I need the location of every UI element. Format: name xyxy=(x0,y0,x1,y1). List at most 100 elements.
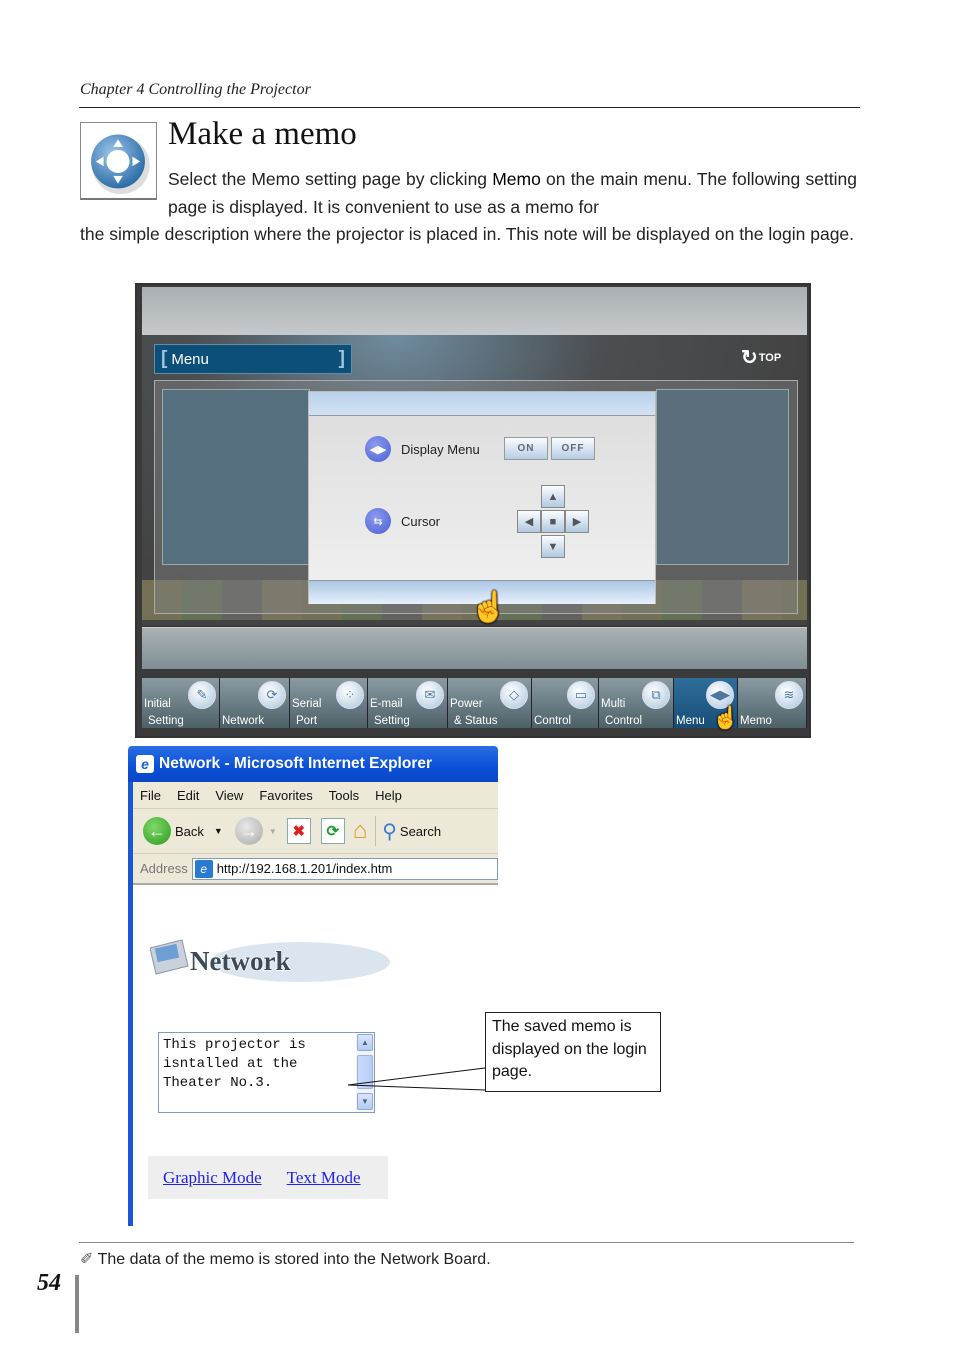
back-dropdown-icon[interactable]: ▼ xyxy=(214,826,223,836)
nav-label-line2: Memo xyxy=(740,715,772,727)
menu-tag-label: Menu xyxy=(171,350,209,368)
header-rule xyxy=(79,107,860,108)
network-icon: ⟳ xyxy=(258,681,286,709)
page-number-bar xyxy=(75,1275,79,1333)
menu-tools[interactable]: Tools xyxy=(322,788,368,803)
network-logo-text: Network xyxy=(190,946,290,976)
back-button[interactable]: ← Back ▼ xyxy=(143,817,223,845)
address-input[interactable]: e http://192.168.1.201/index.htm xyxy=(191,857,498,880)
stop-button[interactable]: ✖ xyxy=(286,818,311,844)
right-panel xyxy=(656,389,789,565)
nav-item-control[interactable]: ▭ Control xyxy=(532,678,599,728)
nav-item-setting[interactable]: ✎ Initial Setting xyxy=(142,678,220,728)
display-menu-label: Display Menu xyxy=(401,441,480,457)
nav-item-network[interactable]: ⟳ Network xyxy=(220,678,290,728)
browser-toolbar: ← Back ▼ → ▼ ✖ ⟳ ⌂ ⚲ Search xyxy=(133,809,498,854)
pen-icon: ✎ xyxy=(188,681,216,709)
page-icon: e xyxy=(194,859,213,878)
nav-item-control[interactable]: ⧉ Multi Control xyxy=(599,678,674,728)
network-logo: Network xyxy=(149,936,390,984)
nav-label-line1: E-mail xyxy=(370,698,403,710)
cursor-label: Cursor xyxy=(401,513,441,529)
cursor-enter-button[interactable]: ■ xyxy=(541,510,565,533)
bracket-left: [ xyxy=(161,348,168,369)
search-label: Search xyxy=(399,823,442,839)
menu-settings-dialog: ◀▶ Display Menu ON OFF ⇆ Cursor ▲ ◀ ■ ▶ … xyxy=(308,391,656,604)
browser-window: e Network - Microsoft Internet Explorer … xyxy=(128,746,498,1226)
menu-page-tag: [ Menu ] xyxy=(154,344,352,374)
pencil-icon: ✐ xyxy=(80,1251,94,1268)
refresh-arrow-icon: ↻ xyxy=(741,347,758,369)
lower-band xyxy=(142,627,807,669)
memo-icon: ≋ xyxy=(775,681,803,709)
menu-view[interactable]: View xyxy=(208,788,252,803)
nav-label-line2: Network xyxy=(222,715,265,727)
multi-control-icon: ⧉ xyxy=(642,681,670,709)
nav-item-setting[interactable]: ✉ E-mail Setting xyxy=(368,678,448,728)
cursor-up-button[interactable]: ▲ xyxy=(541,485,565,508)
hand-pointer-icon: ☝ xyxy=(712,705,740,730)
graphic-mode-link[interactable]: Graphic Mode xyxy=(163,1168,262,1188)
url-text: http://192.168.1.201/index.htm xyxy=(216,861,393,876)
nav-item-port[interactable]: ⁘ Serial Port xyxy=(290,678,368,728)
intro-paragraph: Select the Memo setting page by clicking… xyxy=(168,166,857,221)
browser-menu-bar: File Edit View Favorites Tools Help xyxy=(133,782,498,809)
scroll-up-button[interactable]: ▲ xyxy=(357,1034,373,1051)
control-icon: ▭ xyxy=(567,681,595,709)
nav-label-line2: Setting xyxy=(148,715,184,727)
on-button[interactable]: ON xyxy=(504,437,548,460)
search-icon: ⚲ xyxy=(382,820,397,843)
top-label: TOP xyxy=(758,351,782,364)
menu-file[interactable]: File xyxy=(133,788,170,803)
back-label: Back xyxy=(175,823,204,839)
nav-label-line2: & Status xyxy=(454,715,498,727)
nav-label-line1: Power xyxy=(450,698,483,710)
nav-item-memo[interactable]: ≋ Memo xyxy=(738,678,807,728)
cursor-pad-icon xyxy=(80,122,157,200)
display-menu-toggle: ON OFF xyxy=(504,437,595,460)
chapter-heading: Chapter 4 Controlling the Projector xyxy=(80,81,311,98)
cursor-right-button[interactable]: ▶ xyxy=(565,510,589,533)
power-icon: ◇ xyxy=(500,681,528,709)
browser-title-bar: e Network - Microsoft Internet Explorer xyxy=(128,746,498,782)
intro-text: Select the Memo setting page by clicking xyxy=(168,169,493,189)
memo-emphasis: Memo xyxy=(492,169,541,189)
callout-box: The saved memo is displayed on the login… xyxy=(485,1012,661,1092)
cursor-down-button[interactable]: ▼ xyxy=(541,535,565,558)
nav-label-line2: Menu xyxy=(676,715,705,727)
forward-dropdown-icon[interactable]: ▼ xyxy=(269,827,277,836)
nav-item--status[interactable]: ◇ Power & Status xyxy=(448,678,532,728)
mode-links: Graphic Mode Text Mode xyxy=(148,1156,388,1199)
nav-label-line2: Control xyxy=(605,715,643,727)
main-menu-bar: ✎ Initial Setting ⟳ Network ⁘ Serial Port ✉ E-mai… xyxy=(142,678,807,728)
serial-port-icon: ⁘ xyxy=(336,681,364,709)
footer-rule xyxy=(79,1242,854,1243)
nav-label-line2: Port xyxy=(296,715,318,727)
nav-label-line1: Initial xyxy=(144,698,171,710)
cursor-row: ⇆ Cursor xyxy=(365,508,440,534)
intro-paragraph-cont: the simple description where the project… xyxy=(80,224,855,244)
display-menu-row: ◀▶ Display Menu xyxy=(365,436,480,462)
back-arrow-icon: ← xyxy=(143,817,171,845)
bracket-right: ] xyxy=(338,348,345,369)
off-button[interactable]: OFF xyxy=(551,437,595,460)
hand-pointer-icon: ☝ xyxy=(470,591,508,624)
top-button[interactable]: ↻ TOP xyxy=(741,345,781,370)
nav-label-line2: Setting xyxy=(374,715,410,727)
forward-button[interactable]: → xyxy=(234,817,263,845)
search-button[interactable]: ⚲ Search xyxy=(382,819,441,844)
text-mode-link[interactable]: Text Mode xyxy=(287,1168,361,1188)
section-title: Make a memo xyxy=(168,116,357,152)
nav-label-line1: Multi xyxy=(601,698,626,710)
menu-help[interactable]: Help xyxy=(368,788,411,803)
page-number: 54 xyxy=(37,1270,61,1296)
browser-title: Network - Microsoft Internet Explorer xyxy=(159,755,433,772)
home-button[interactable]: ⌂ xyxy=(353,817,368,845)
menu-edit[interactable]: Edit xyxy=(170,788,208,803)
cursor-icon: ⇆ xyxy=(365,508,391,534)
left-panel xyxy=(162,389,310,565)
cursor-left-button[interactable]: ◀ xyxy=(517,510,541,533)
projector-web-ui-screenshot: [ Menu ] ↻ TOP ◀▶ Display Menu ON OFF ⇆ … xyxy=(135,283,811,738)
menu-favorites[interactable]: Favorites xyxy=(252,788,321,803)
refresh-button[interactable]: ⟳ xyxy=(320,818,345,844)
